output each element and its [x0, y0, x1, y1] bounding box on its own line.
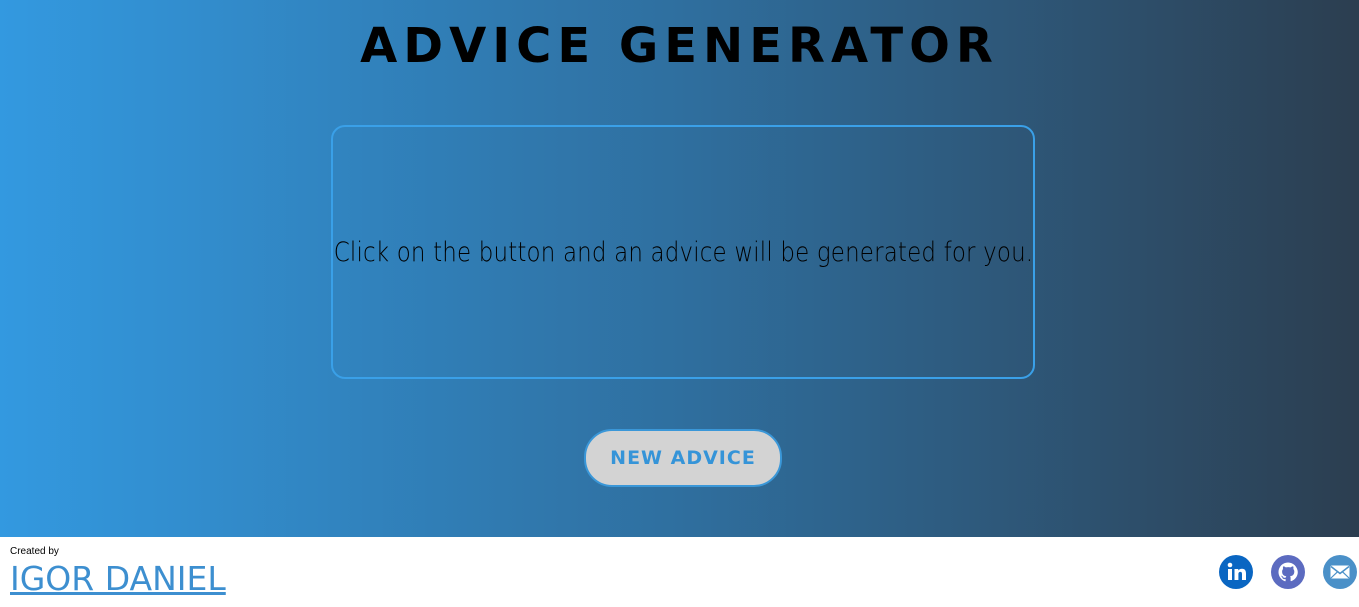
linkedin-icon[interactable]	[1219, 555, 1253, 589]
advice-card: Click on the button and an advice will b…	[331, 125, 1035, 379]
page-title: ADVICE GENERATOR	[360, 18, 999, 74]
github-icon[interactable]	[1271, 555, 1305, 589]
email-icon[interactable]	[1323, 555, 1357, 589]
author-link[interactable]: IGOR DANIEL	[10, 559, 226, 599]
footer: Created by IGOR DANIEL	[0, 537, 1359, 607]
new-advice-button[interactable]: NEW ADVICE	[584, 429, 782, 487]
advice-text: Click on the button and an advice will b…	[333, 236, 1033, 268]
hero-section: ADVICE GENERATOR Click on the button and…	[0, 0, 1359, 537]
created-by-label: Created by	[10, 546, 59, 557]
